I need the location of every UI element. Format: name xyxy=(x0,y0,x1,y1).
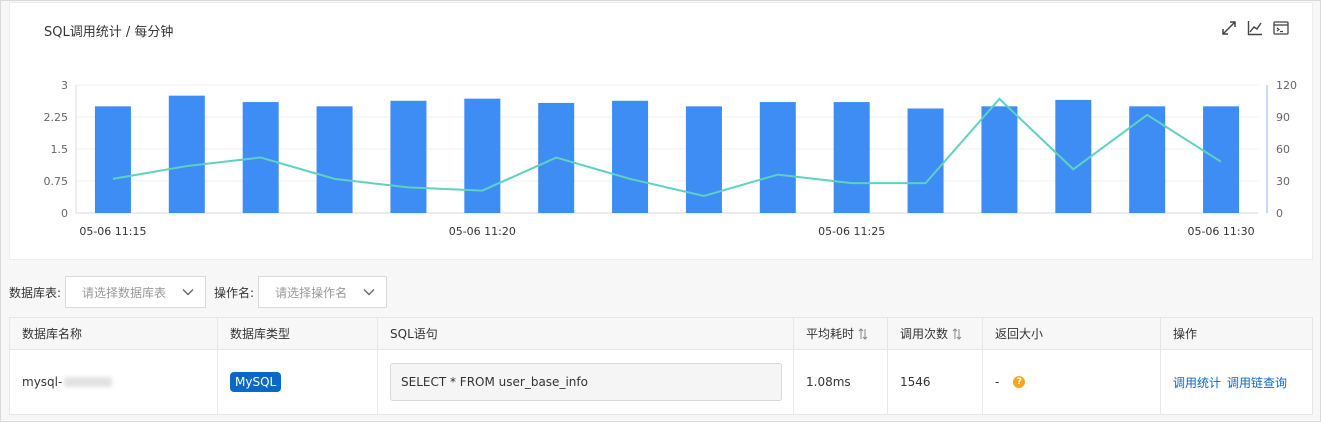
cell-calls: 1546 xyxy=(888,350,983,414)
header-calls-label: 调用次数 xyxy=(900,327,949,341)
cell-actions: 调用统计 调用链查询 xyxy=(1161,350,1312,414)
y-right-tick-label: 30 xyxy=(1276,175,1290,188)
cell-avg-time: 1.08ms xyxy=(794,350,888,414)
sql-table: 数据库名称 数据库类型 SQL语句 平均耗时 调用次数 返回大小 操作 mysq… xyxy=(9,317,1313,415)
db-table-select[interactable]: 请选择数据库表 xyxy=(65,276,207,308)
bar xyxy=(94,106,131,213)
call-stats-link[interactable]: 调用统计 xyxy=(1173,374,1221,391)
y-left-tick-label: 0 xyxy=(61,207,68,220)
cell-sql: SELECT * FROM user_base_info xyxy=(378,350,794,414)
header-actions: 操作 xyxy=(1173,327,1198,341)
chart-panel: SQL调用统计 / 每分钟 0 0.75 1.5 2.25 3 0 30 60 90 120 05-… xyxy=(9,2,1313,260)
bar xyxy=(168,95,205,213)
y-right-tick-label: 90 xyxy=(1276,111,1290,124)
y-right-tick-label: 60 xyxy=(1276,143,1290,156)
y-right-tick-label: 0 xyxy=(1276,207,1283,220)
chevron-down-icon xyxy=(182,289,194,296)
bar xyxy=(316,106,353,213)
db-name-text: mysql- xyxy=(22,375,63,389)
op-filter-label: 操作名: xyxy=(214,285,255,300)
sort-icon[interactable] xyxy=(952,327,962,340)
y-left-tick-label: 0.75 xyxy=(44,175,69,188)
trace-query-link[interactable]: 调用链查询 xyxy=(1227,374,1287,391)
redacted-text xyxy=(64,377,113,387)
bar xyxy=(1203,106,1240,213)
y-right-tick-label: 120 xyxy=(1276,79,1297,92)
y-left-tick-label: 1.5 xyxy=(51,143,69,156)
cell-db-name: mysql- xyxy=(10,350,218,414)
bar xyxy=(833,102,870,213)
header-db-name: 数据库名称 xyxy=(10,318,218,349)
header-sql: SQL语句 xyxy=(378,318,794,349)
bar xyxy=(464,98,501,213)
db-type-badge: MySQL xyxy=(230,372,282,392)
sort-icon[interactable] xyxy=(858,327,868,340)
x-tick-label: 05-06 11:20 xyxy=(449,225,516,238)
table-header: 数据库名称 数据库类型 SQL语句 平均耗时 调用次数 返回大小 操作 xyxy=(10,318,1312,350)
db-filter-label: 数据库表: xyxy=(9,285,62,300)
chevron-down-icon xyxy=(363,289,375,296)
bar xyxy=(907,108,944,213)
db-table-placeholder: 请选择数据库表 xyxy=(82,285,167,300)
y-left-tick-label: 3 xyxy=(61,79,68,92)
operation-placeholder: 请选择操作名 xyxy=(275,285,348,300)
size-value: - xyxy=(995,375,1000,389)
bar xyxy=(981,106,1018,213)
header-avg-time-label: 平均耗时 xyxy=(806,327,855,341)
page-frame: SQL调用统计 / 每分钟 0 0.75 1.5 2.25 3 0 30 60 90 120 05-… xyxy=(0,0,1321,422)
bar xyxy=(390,100,427,213)
bar xyxy=(612,100,649,213)
sql-statement-box[interactable]: SELECT * FROM user_base_info xyxy=(390,363,782,401)
header-db-type: 数据库类型 xyxy=(218,318,378,349)
cell-size: - ? xyxy=(983,350,1161,414)
header-size: 返回大小 xyxy=(983,318,1161,349)
header-calls[interactable]: 调用次数 xyxy=(888,318,983,349)
x-tick-label: 05-06 11:25 xyxy=(818,225,885,238)
x-tick-label: 05-06 11:15 xyxy=(79,225,146,238)
bar xyxy=(685,106,722,213)
chart-plot: 00.751.52.253030609012005-06 11:15 05-06 … xyxy=(44,79,1298,238)
operation-select[interactable]: 请选择操作名 xyxy=(258,276,388,308)
cell-db-type: MySQL xyxy=(218,350,378,414)
header-avg-time[interactable]: 平均耗时 xyxy=(794,318,888,349)
table-row: mysql- MySQL SELECT * FROM user_base_inf… xyxy=(10,350,1312,414)
x-tick-label: 05-06 11:30 xyxy=(1187,225,1254,238)
help-icon[interactable]: ? xyxy=(1013,376,1026,388)
filter-bar: 数据库表: 请选择数据库表 操作名: 请选择操作名 xyxy=(9,275,388,309)
bar xyxy=(759,102,796,213)
y-left-tick-label: 2.25 xyxy=(44,111,69,124)
